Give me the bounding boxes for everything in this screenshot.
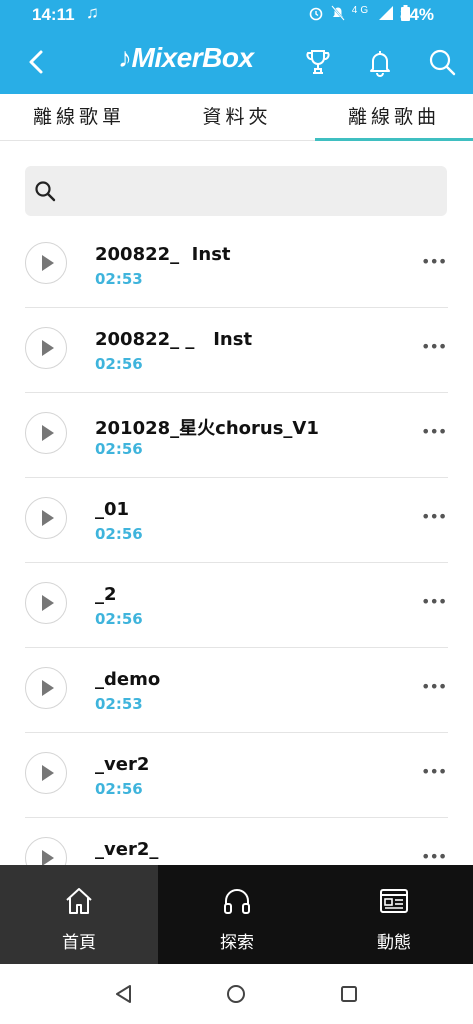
app-logo: ♪MixerBox	[118, 42, 254, 74]
song-title: _ver2_	[95, 839, 159, 860]
tab-offline-songs[interactable]: 離線歌曲	[315, 94, 473, 141]
more-options-icon[interactable]: •••	[421, 847, 447, 865]
search-input[interactable]	[67, 174, 441, 210]
more-options-icon[interactable]: •••	[421, 252, 447, 271]
bell-icon	[370, 51, 390, 77]
song-duration: 02:56	[95, 780, 143, 798]
tab-bar: 離線歌單 資料夾 離線歌曲	[0, 94, 473, 141]
trophy-icon	[306, 50, 330, 74]
song-row[interactable]: _ver2_ •••	[25, 817, 448, 865]
song-title: _01	[95, 499, 130, 520]
tab-folders[interactable]: 資料夾	[158, 94, 316, 140]
song-row[interactable]: 200822_ _ Inst 02:56 •••	[25, 307, 448, 393]
song-row[interactable]: 200822_ Inst 02:53 •••	[25, 222, 448, 308]
network-type: 4G	[351, 5, 372, 16]
play-icon[interactable]	[25, 412, 67, 454]
more-options-icon[interactable]: •••	[421, 677, 447, 696]
song-list: 200822_ Inst 02:53 ••• 200822_ _ Inst 02…	[0, 222, 473, 865]
more-options-icon[interactable]: •••	[421, 592, 447, 611]
play-icon[interactable]	[25, 837, 67, 865]
song-row[interactable]: _01 02:56 •••	[25, 477, 448, 563]
tab-offline-playlists[interactable]: 離線歌單	[0, 94, 158, 140]
nav-feed[interactable]: 動態	[315, 865, 473, 964]
system-nav-bar	[0, 964, 473, 1024]
nav-home[interactable]: 首頁	[0, 865, 158, 964]
song-duration: 02:56	[95, 355, 143, 373]
song-title: 200822_ _ Inst	[95, 329, 253, 350]
battery-level: 84%	[400, 5, 435, 24]
signal-icon	[379, 6, 394, 20]
play-icon[interactable]	[25, 327, 67, 369]
more-options-icon[interactable]: •••	[421, 762, 447, 781]
song-duration: 02:56	[95, 440, 143, 458]
chevron-left-icon	[29, 50, 43, 74]
back-triangle-icon[interactable]	[112, 982, 136, 1006]
play-icon[interactable]	[25, 582, 67, 624]
play-icon[interactable]	[25, 752, 67, 794]
search-icon	[429, 49, 456, 76]
play-icon[interactable]	[25, 497, 67, 539]
home-icon	[66, 888, 92, 914]
bottom-nav: 首頁 探索 動態	[0, 865, 473, 964]
logo-note-icon: ♪	[118, 42, 132, 73]
play-icon[interactable]	[25, 667, 67, 709]
song-duration: 02:56	[95, 610, 143, 628]
more-options-icon[interactable]: •••	[421, 337, 447, 356]
search-button[interactable]	[427, 46, 457, 78]
song-title: _ver2	[95, 754, 150, 775]
mute-icon	[331, 5, 345, 21]
nav-home-label: 首頁	[62, 933, 96, 953]
search-box[interactable]	[25, 166, 447, 216]
app-bar: ♪MixerBox	[0, 30, 473, 94]
song-title: _demo	[95, 669, 161, 690]
feed-icon	[380, 889, 408, 913]
nav-explore[interactable]: 探索	[158, 865, 316, 964]
more-options-icon[interactable]: •••	[421, 507, 447, 526]
nav-explore-label: 探索	[220, 933, 254, 953]
song-duration: 02:56	[95, 525, 143, 543]
song-row[interactable]: 201028_星火chorus_V1 02:56 •••	[25, 392, 448, 478]
more-options-icon[interactable]: •••	[421, 422, 447, 441]
song-duration: 02:53	[95, 695, 143, 713]
nav-feed-label: 動態	[377, 933, 411, 953]
home-circle-icon[interactable]	[224, 982, 248, 1006]
status-bar: 14:11 ♫ 4G 84%	[0, 0, 473, 30]
song-row[interactable]: _demo 02:53 •••	[25, 647, 448, 733]
song-row[interactable]: _ver2 02:56 •••	[25, 732, 448, 818]
play-icon[interactable]	[25, 242, 67, 284]
headphones-icon	[224, 889, 250, 914]
recents-square-icon[interactable]	[337, 982, 361, 1006]
trophy-button[interactable]	[303, 46, 333, 78]
logo-text: MixerBox	[131, 42, 255, 73]
back-button[interactable]	[22, 46, 52, 78]
music-note-icon: ♫	[86, 3, 99, 22]
notifications-button[interactable]	[365, 46, 395, 78]
song-row[interactable]: _2 02:56 •••	[25, 562, 448, 648]
song-duration: 02:53	[95, 270, 143, 288]
song-title: 200822_ Inst	[95, 244, 231, 265]
song-title: _2	[95, 584, 117, 605]
search-icon	[35, 181, 56, 202]
alarm-icon	[309, 7, 323, 21]
status-time: 14:11	[32, 5, 75, 24]
song-title: 201028_星火chorus_V1	[95, 418, 319, 439]
status-icons: 4G	[308, 5, 410, 22]
